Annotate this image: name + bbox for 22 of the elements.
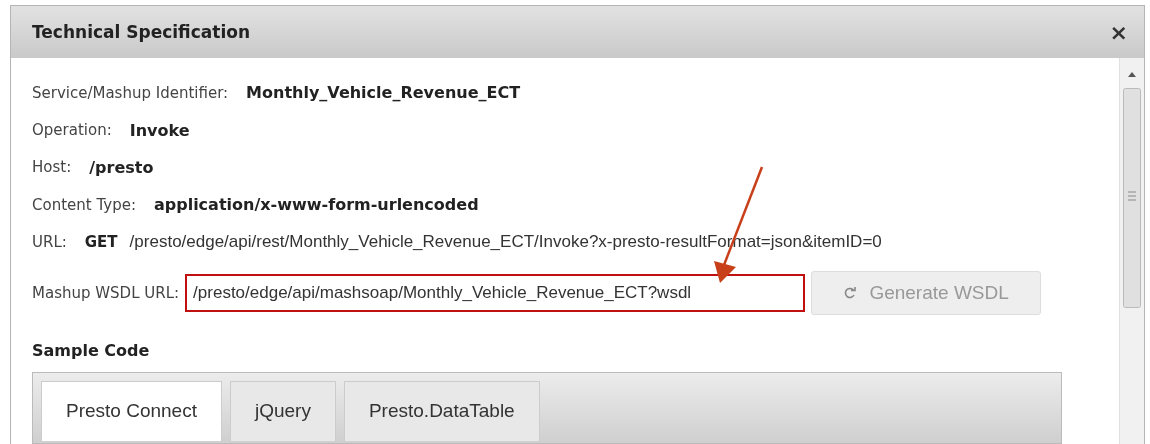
property-value: application/x-www-form-urlencoded bbox=[153, 195, 479, 215]
property-label: Host: bbox=[32, 158, 72, 177]
scroll-up-icon[interactable] bbox=[1127, 70, 1137, 78]
code-tab[interactable]: Presto Connect bbox=[41, 380, 222, 441]
scrollbar[interactable] bbox=[1119, 58, 1144, 444]
dialog-title: Technical Specification bbox=[32, 22, 250, 42]
property-value: Invoke bbox=[129, 120, 190, 140]
property-label: Service/Mashup Identifier: bbox=[32, 83, 229, 102]
wsdl-label: Mashup WSDL URL: bbox=[32, 283, 180, 302]
code-tab[interactable]: Presto.DataTable bbox=[343, 380, 540, 441]
property-value: Monthly_Vehicle_Revenue_ECT bbox=[246, 83, 521, 103]
property-value: /presto bbox=[89, 157, 154, 177]
property-label: URL: bbox=[32, 233, 67, 252]
property-label: Operation: bbox=[32, 121, 112, 139]
scroll-thumb-icon[interactable] bbox=[1123, 88, 1141, 308]
section-title: Sample Code bbox=[32, 340, 151, 360]
refresh-icon bbox=[843, 285, 858, 300]
property-label: Content Type: bbox=[32, 195, 136, 214]
code-tab[interactable]: jQuery bbox=[229, 380, 336, 441]
wsdl-url-field[interactable]: /presto/edge/api/mashsoap/Monthly_Vehicle_Revenue_ECT?wsdl bbox=[185, 273, 806, 312]
close-button[interactable]: × bbox=[1105, 19, 1132, 45]
http-method: GET bbox=[84, 233, 118, 252]
